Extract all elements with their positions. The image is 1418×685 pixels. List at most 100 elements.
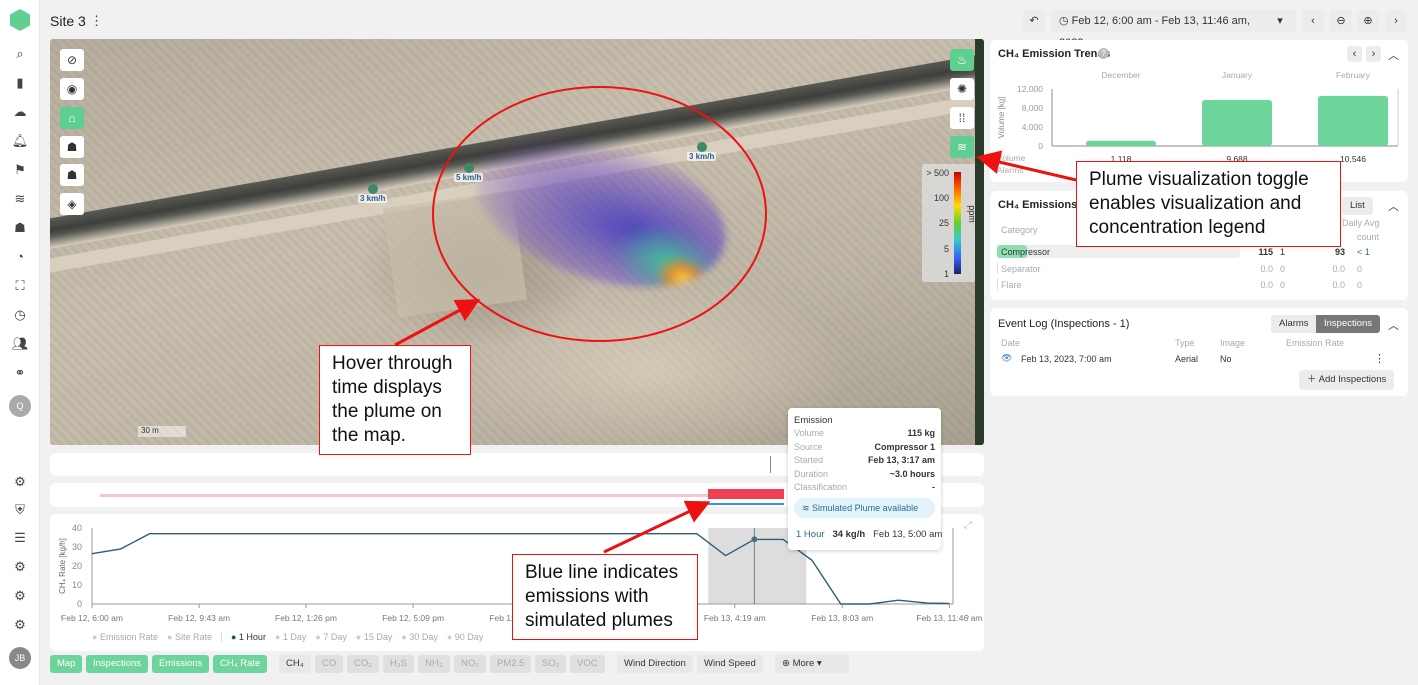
emission-bar[interactable] [708,489,784,499]
legend-item[interactable]: ● 30 Day [401,632,437,642]
legend-item[interactable]: ● 1 Day [275,632,306,642]
add-inspections-button[interactable]: ＋ Add Inspections [1299,370,1395,390]
legend-item[interactable]: ● Site Rate [167,632,212,642]
undo-button[interactable]: ↶ [1023,10,1045,32]
history-icon[interactable]: ◷ [8,305,32,325]
toggle-2[interactable]: Emissions [152,655,210,673]
x-tick-label: Feb 13, 11:46 am [916,613,982,623]
sensor-icon[interactable]: ☗ [8,218,32,238]
alarm-off-icon[interactable]: ⚑ [8,160,32,180]
x-tick-label: Feb 12, 9:43 am [168,613,230,623]
legend-item[interactable]: ● 15 Day [356,632,392,642]
layers-icon[interactable]: ≋ [8,189,32,209]
sensor-layer-icon[interactable]: ☗ [60,136,84,158]
month-label: February [1336,70,1371,80]
gas-toggle[interactable]: PM2.5 [490,655,532,673]
wind-marker[interactable]: 5 km/h [454,163,484,182]
plume-toggle-icon[interactable]: ≋ [950,136,974,158]
callout-hover: Hover through time displays the plume on… [319,345,471,455]
date-range-picker[interactable]: ◷ Feb 12, 6:00 am - Feb 13, 11:46 am, 20… [1051,10,1264,49]
simulated-plume-button[interactable]: ≋ Simulated Plume available [794,498,935,518]
eye-icon[interactable]: 👁︎ [1001,353,1012,364]
collapse-icon[interactable]: ︿ [1388,198,1399,214]
tooltip-value: 115 kg [907,428,935,438]
satellite-map[interactable]: ⊘ ◉ ⌂ ☗ ☗ ◈ ♨ ✺ ⁞⁞ ≋ 3 km/h 5 km/h 3 km/… [50,39,984,445]
bell-icon[interactable]: 🔔︎ [8,131,32,151]
y-tick-label: 10 [72,580,82,590]
gas-toggle[interactable]: CO [315,655,344,673]
wind-toggle[interactable]: Wind Speed [697,655,763,673]
tooltip-value: Compressor 1 [874,441,935,452]
toggle-3[interactable]: CH₄ Rate [213,655,268,673]
scan-icon[interactable]: ⛶ [8,276,32,296]
broadcast-settings-icon[interactable]: ⚙ [8,472,32,492]
expand-icon[interactable]: ⤢ [964,520,972,531]
target-icon[interactable]: ◉ [60,78,84,100]
gas-toggle[interactable]: NO₂ [454,655,486,673]
legend-item[interactable]: ● 7 Day [315,632,346,642]
col-date: Date [1001,338,1021,348]
cloud-icon[interactable]: ☁ [8,102,32,122]
toggle-1[interactable]: Inspections [86,655,149,673]
gas-toggle[interactable]: H₂S [383,655,414,673]
wind-rose-icon[interactable]: ✺ [950,78,974,100]
gas-toggle[interactable]: NH₃ [418,655,450,673]
chart-prev-icon[interactable]: ‹ [60,611,64,623]
flame-toggle-icon[interactable]: ♨ [950,49,974,71]
col-daily-avg: Daily Avg [1342,218,1380,228]
legend-item[interactable]: ● Emission Rate [92,632,158,642]
event-date: Feb 13, 2023, 7:00 am [1021,354,1112,364]
legend-item[interactable]: ● 90 Day [447,632,483,642]
list-button[interactable]: List [1342,197,1373,215]
network-icon[interactable]: ⚭ [8,363,32,383]
search-icon[interactable]: ⌕ [8,44,32,64]
bar-chart-icon[interactable]: ▮ [8,73,32,93]
location-settings-icon[interactable]: ⚙ [8,557,32,577]
trend-bar[interactable] [1202,99,1272,146]
more-icon[interactable]: ⋮ [90,13,103,29]
gas-toggle[interactable]: CO₂ [347,655,379,673]
wifi-layer-icon[interactable]: ☗ [60,164,84,186]
date-dropdown-button[interactable]: ▾ [1264,10,1296,32]
sensor-history-icon[interactable]: ◔ [8,247,32,267]
facility-icon[interactable]: ⌂ [60,107,84,129]
tab-alarms[interactable]: Alarms [1271,315,1317,333]
wind-toggle[interactable]: Wind Direction [617,655,693,673]
event-image: No [1220,354,1232,364]
col-count: count [1357,232,1380,242]
tooltip-value: Feb 13, 3:17 am [867,455,935,465]
zoom-out-button[interactable]: ⊖ [1330,10,1352,32]
event-type: Aerial [1175,354,1199,364]
toggle-0[interactable]: Map [50,655,83,673]
chart-legend: ● Emission Rate ● Site Rate ● 1 Hour ● 1 Da… [92,632,492,642]
gas-toggle[interactable]: SO₂ [535,655,567,673]
gas-toggle[interactable]: VOC [570,655,605,673]
legend-item[interactable]: ● 1 Hour [231,632,266,642]
category-row[interactable] [997,278,1240,291]
user-avatar[interactable]: JB [9,647,31,669]
prev-button[interactable]: ‹ [1302,10,1324,32]
avatar-q[interactable]: Q [9,395,31,417]
layers-icon[interactable]: ◈ [60,193,84,215]
users-icon[interactable]: 👥︎ [8,334,32,354]
sensor-list-icon[interactable]: ☰ [8,528,32,548]
zoom-in-button[interactable]: ⊕ [1357,10,1379,32]
trend-bar[interactable] [1086,140,1156,146]
row-menu-icon[interactable]: ⋮ [1374,352,1385,365]
sensor-shield-icon[interactable]: ⛨ [8,500,32,520]
data-settings-icon[interactable]: ⚙ [8,586,32,606]
next-button[interactable]: › [1385,10,1407,32]
trend-bar[interactable] [1318,95,1388,146]
wind-marker[interactable]: 3 km/h [687,142,717,161]
wind-marker[interactable]: 3 km/h [358,184,388,203]
more-button[interactable]: ⊕ More ▾ [775,655,849,673]
grid-icon[interactable]: ⁞⁞ [950,107,974,129]
collapse-icon[interactable]: ︿ [1388,317,1399,333]
settings-icon[interactable]: ⚙ [8,615,32,635]
compass-icon[interactable]: ⊘ [60,49,84,71]
tab-inspections[interactable]: Inspections [1316,315,1381,333]
gas-toggle[interactable]: CH₄ [279,655,311,673]
col-image: Image [1220,338,1246,348]
chart-next-icon[interactable]: › [966,611,970,623]
col-category: Category [1001,225,1038,235]
